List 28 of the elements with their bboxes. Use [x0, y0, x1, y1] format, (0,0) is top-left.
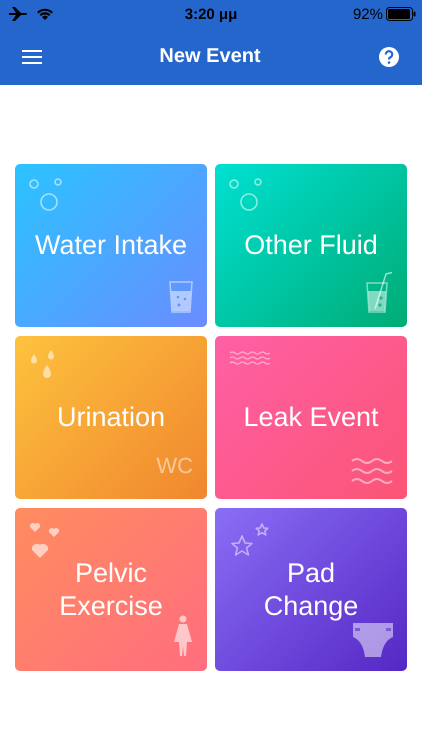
diaper-icon: [353, 623, 393, 657]
event-tile[interactable]: Urination WC: [15, 336, 207, 499]
glass-icon: [169, 281, 193, 313]
tile-label: Urination: [56, 401, 166, 434]
screen-title: New Event: [159, 45, 261, 68]
woman-figure-icon: [173, 615, 193, 657]
event-tile[interactable]: Other Fluid: [215, 164, 407, 327]
status-time: 3:20 μμ: [184, 6, 238, 22]
hearts-icon: [29, 522, 61, 558]
tile-label: Other Fluid: [244, 229, 378, 262]
event-tile[interactable]: Water Intake: [15, 164, 207, 327]
battery-percent: 92%: [352, 6, 383, 22]
event-tile[interactable]: Pelvic Exercise: [15, 508, 207, 671]
tile-label: Water Intake: [34, 229, 188, 262]
bubbles-icon: [29, 178, 63, 214]
tile-label: Pelvic Exercise: [58, 557, 164, 622]
event-tile[interactable]: Leak Event: [215, 336, 407, 499]
wifi-icon: [36, 7, 54, 21]
tile-label: Leak Event: [243, 401, 379, 434]
drink-straw-icon: [365, 271, 393, 313]
waves-icon: [229, 350, 271, 366]
event-tile[interactable]: Pad Change: [215, 508, 407, 671]
wc-sign-text: WC: [156, 453, 193, 479]
battery-icon: [386, 7, 416, 21]
airplane-icon: [8, 6, 28, 22]
waves-icon: [351, 457, 393, 485]
tile-label: Pad Change: [262, 557, 360, 622]
bubbles-icon: [229, 178, 263, 214]
